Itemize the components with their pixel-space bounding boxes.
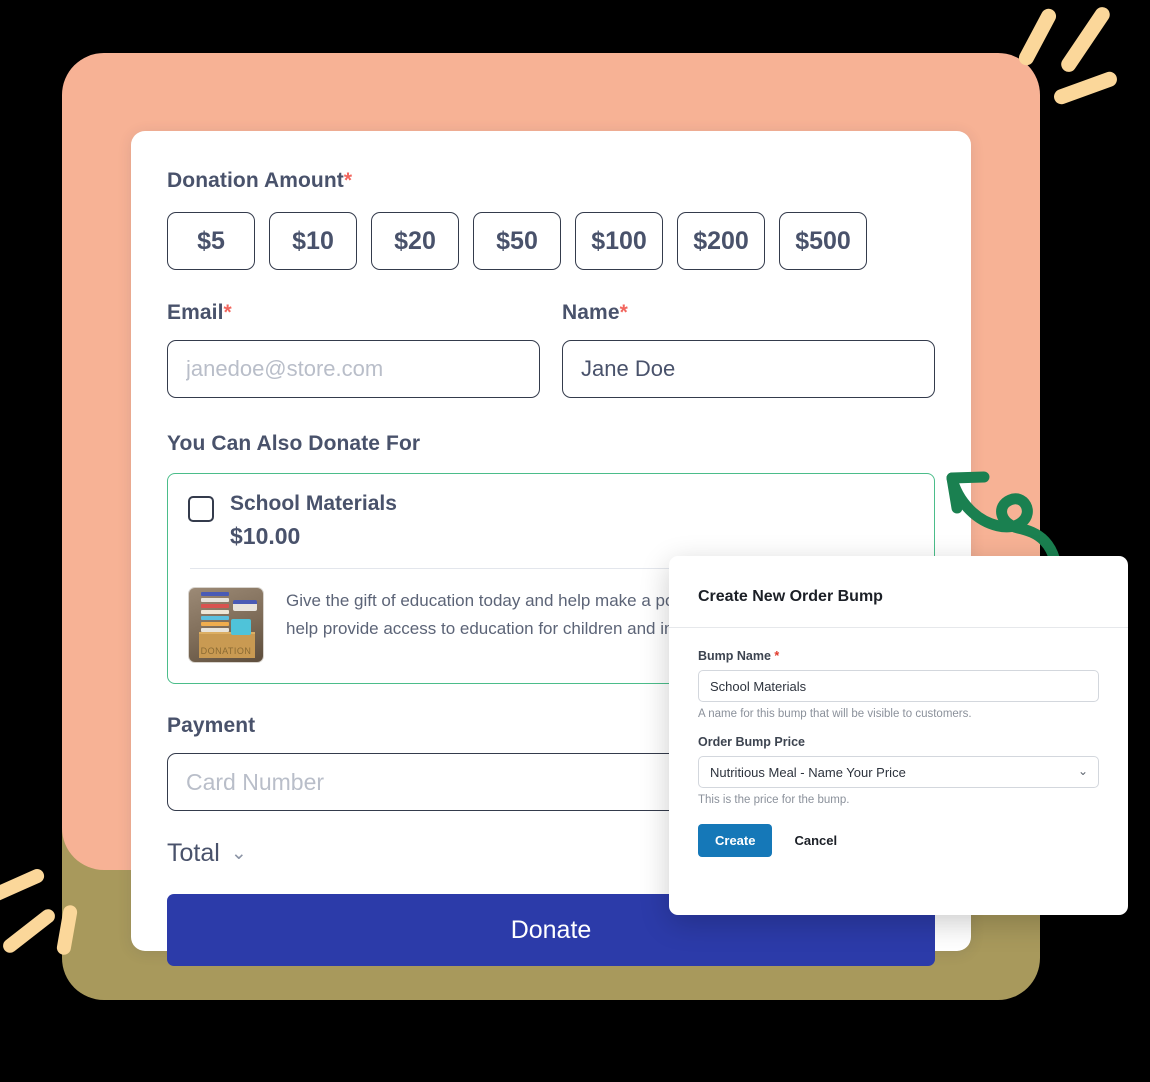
- order-bump-price-select[interactable]: Nutritious Meal - Name Your Price: [698, 756, 1099, 788]
- notebook-icon: [233, 600, 257, 611]
- name-input[interactable]: [562, 340, 935, 398]
- donation-box-image: DONATION: [188, 587, 264, 663]
- amount-button-10[interactable]: $10: [269, 212, 357, 270]
- order-bump-price-help-text: This is the price for the bump.: [698, 794, 850, 806]
- bump-name-label: Bump Name *: [698, 649, 1099, 663]
- also-donate-heading: You Can Also Donate For: [167, 432, 421, 455]
- name-label-text: Name: [562, 301, 620, 324]
- name-field-group: Name*: [562, 301, 935, 398]
- chevron-down-icon: ⌄: [230, 843, 247, 864]
- decorative-stroke-icon: [0, 866, 47, 904]
- required-asterisk: *: [343, 169, 353, 192]
- order-bump-price-label: Order Bump Price: [698, 735, 805, 749]
- bump-name-help-text: A name for this bump that will be visibl…: [698, 708, 972, 720]
- required-asterisk: *: [774, 649, 780, 663]
- amount-button-20[interactable]: $20: [371, 212, 459, 270]
- total-label: Total: [167, 839, 220, 867]
- books-stack-icon: [201, 592, 229, 634]
- donation-amount-text: Donation Amount: [167, 169, 344, 192]
- decorative-stroke-icon: [1058, 4, 1113, 75]
- required-asterisk: *: [619, 301, 628, 324]
- required-asterisk: *: [223, 301, 232, 324]
- create-button[interactable]: Create: [698, 824, 773, 857]
- cancel-button[interactable]: Cancel: [794, 833, 837, 848]
- order-bump-price: $10.00: [230, 523, 301, 549]
- amount-button-50[interactable]: $50: [473, 212, 561, 270]
- order-bump-title: School Materials: [230, 492, 397, 515]
- order-bump-checkbox[interactable]: [188, 496, 214, 522]
- email-label-text: Email: [167, 301, 224, 324]
- bump-name-label-text: Bump Name: [698, 649, 771, 663]
- donation-amount-options: $5 $10 $20 $50 $100 $200 $500: [167, 212, 935, 270]
- name-label: Name*: [562, 301, 935, 325]
- contact-fields-row: Email* Name*: [167, 301, 935, 398]
- email-label: Email*: [167, 301, 540, 325]
- amount-button-100[interactable]: $100: [575, 212, 663, 270]
- order-bump-price-select-wrap: Nutritious Meal - Name Your Price ⌄: [698, 756, 1099, 788]
- modal-body: Bump Name * A name for this bump that wi…: [669, 628, 1128, 857]
- folder-icon: [231, 619, 251, 635]
- decorative-stroke-icon: [0, 906, 58, 956]
- email-input[interactable]: [167, 340, 540, 398]
- decorative-stroke-icon: [1016, 6, 1059, 68]
- modal-actions: Create Cancel: [698, 824, 1099, 857]
- order-bump-header: School Materials $10.00: [188, 492, 914, 550]
- modal-title: Create New Order Bump: [698, 588, 883, 605]
- order-bump-text-group: School Materials $10.00: [230, 492, 397, 550]
- decorative-stroke-icon: [1051, 69, 1120, 107]
- create-order-bump-modal: Create New Order Bump Bump Name * A name…: [669, 556, 1128, 915]
- donation-box-caption: DONATION: [200, 646, 252, 656]
- email-field-group: Email*: [167, 301, 540, 398]
- bump-name-input[interactable]: [698, 670, 1099, 702]
- donation-amount-label: Donation Amount*: [167, 169, 935, 193]
- amount-button-5[interactable]: $5: [167, 212, 255, 270]
- amount-button-500[interactable]: $500: [779, 212, 867, 270]
- screenshot-stage: Donation Amount* $5 $10 $20 $50 $100 $20…: [0, 0, 1150, 1082]
- amount-button-200[interactable]: $200: [677, 212, 765, 270]
